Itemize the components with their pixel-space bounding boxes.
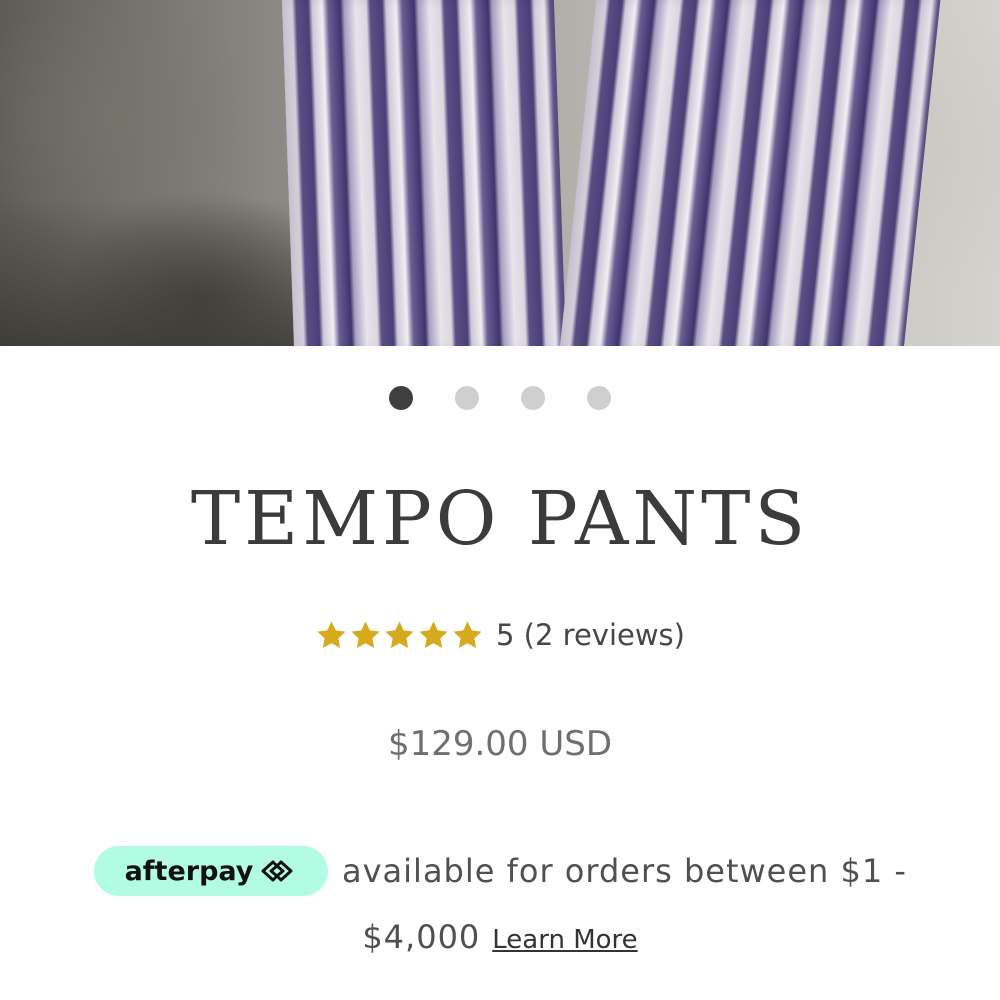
review-count[interactable]: 5 (2 reviews): [496, 618, 685, 652]
product-title: TEMPO PANTS: [190, 476, 810, 562]
star-icon: [317, 620, 346, 648]
pants-right-leg: [558, 0, 942, 346]
afterpay-badge[interactable]: afterpay: [94, 846, 328, 896]
product-rating[interactable]: 5 (2 reviews): [0, 618, 1000, 652]
afterpay-arrows-icon: [261, 860, 293, 882]
star-icon: [419, 620, 448, 648]
afterpay-line2: $4,000 Learn More: [0, 918, 1000, 956]
product-image[interactable]: [0, 0, 1000, 346]
pants-left-leg: [281, 0, 567, 346]
carousel-dot-4[interactable]: [587, 386, 611, 410]
afterpay-logo-text: afterpay: [124, 855, 254, 887]
carousel-dots: [0, 386, 1000, 410]
product-price: $129.00 USD: [387, 724, 613, 764]
star-icon: [385, 620, 414, 648]
carousel-dot-3[interactable]: [521, 386, 545, 410]
afterpay-text-line1: available for orders between $1 -: [342, 852, 907, 890]
afterpay-info: afterpay available for orders between $1…: [94, 846, 907, 896]
star-icon: [351, 620, 380, 648]
carousel-dot-2[interactable]: [455, 386, 479, 410]
afterpay-max-amount: $4,000: [362, 918, 481, 956]
carousel-dot-1[interactable]: [389, 386, 413, 410]
learn-more-link[interactable]: Learn More: [492, 925, 637, 955]
image-background-ground: [0, 200, 330, 346]
star-icon: [453, 620, 482, 648]
rating-stars: [315, 619, 484, 652]
